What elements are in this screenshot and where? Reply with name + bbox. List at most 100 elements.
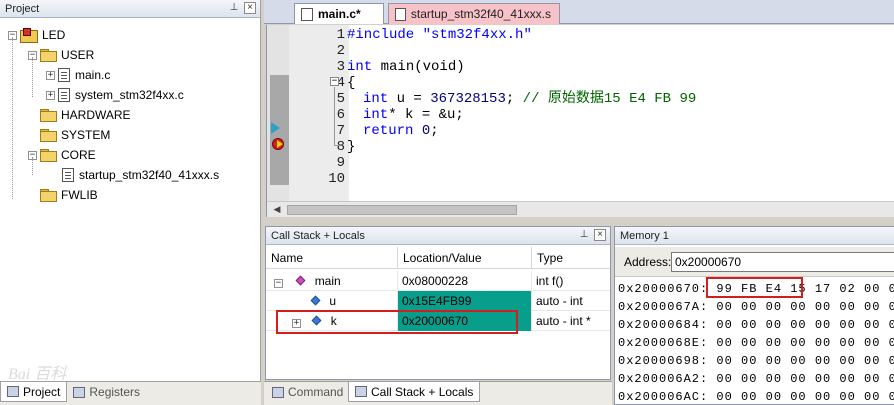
folder-icon <box>40 49 57 62</box>
table-row[interactable]: u 0x15E4FB99 auto - int <box>266 291 610 311</box>
memory-row[interactable]: 0x200006AC: 00 00 00 00 00 00 00 00 <box>618 390 894 405</box>
line-numbers: 1 2 3 4 5 6 7 8 9 10 <box>289 25 349 201</box>
expand-icon[interactable]: + <box>292 319 301 328</box>
code-token: 367328153 <box>430 91 506 107</box>
row-name: u <box>329 294 337 308</box>
tree-item-system-c[interactable]: + system_stm32f4xx.c <box>46 86 184 104</box>
column-header-location[interactable]: Location/Value <box>398 247 532 269</box>
memory-row[interactable]: 0x20000670: 99 FB E4 15 17 02 00 08 <box>618 282 894 297</box>
file-icon <box>58 68 70 82</box>
tree-item-led[interactable]: − LED <box>8 26 65 44</box>
tab-main-c[interactable]: main.c* <box>294 3 384 24</box>
column-header-name[interactable]: Name <box>266 247 398 269</box>
code-token: { <box>347 75 356 91</box>
function-icon <box>295 275 306 286</box>
tab-label: Call Stack + Locals <box>371 384 474 399</box>
close-icon[interactable]: × <box>244 2 256 14</box>
code-area[interactable]: #include "stm32f4xx.h" int main(void) { … <box>345 25 894 201</box>
line-number: 5 <box>336 91 345 107</box>
tree-item-label: SYSTEM <box>61 128 111 142</box>
folder-icon <box>40 129 57 142</box>
breakpoint-gutter[interactable] <box>267 25 290 201</box>
line-number: 7 <box>336 123 345 139</box>
registers-icon <box>73 386 86 398</box>
memory-row[interactable]: 0x2000067A: 00 00 00 00 00 00 00 00 <box>618 300 894 315</box>
tree-item-label: CORE <box>61 148 96 162</box>
file-icon <box>62 168 74 182</box>
project-header: Project ⊥ × <box>0 0 260 18</box>
code-line-5: int u = 367328153; // 原始数据15 E4 FB 99 <box>363 91 696 107</box>
address-input[interactable]: 0x20000670 <box>671 252 894 272</box>
row-name: k <box>330 314 337 328</box>
table-row[interactable]: − main 0x08000228 int f() <box>266 271 610 291</box>
callstack-name-cell: − main <box>266 271 398 291</box>
code-line-6: int* k = &u; <box>363 107 464 123</box>
tab-command[interactable]: Command <box>266 382 349 402</box>
memory-row[interactable]: 0x200006A2: 00 00 00 00 00 00 00 00 <box>618 372 894 387</box>
expand-icon[interactable]: + <box>46 90 55 100</box>
tab-label: Command <box>288 385 344 399</box>
project-bottom-tabs: Project Registers <box>0 381 261 405</box>
expand-icon[interactable]: + <box>46 70 55 80</box>
row-value[interactable]: 0x20000670 <box>398 311 532 331</box>
pin-icon[interactable]: ⊥ <box>228 2 240 14</box>
pin-icon[interactable]: ⊥ <box>578 229 590 241</box>
line-number: 10 <box>328 171 345 187</box>
tree-item-main-c[interactable]: + main.c <box>46 66 110 84</box>
line-number: 8 <box>336 139 345 155</box>
row-value: 0x08000228 <box>398 271 532 291</box>
callstack-header: Call Stack + Locals ⊥ × <box>266 227 610 245</box>
tree-item-label: HARDWARE <box>61 108 131 122</box>
code-editor[interactable]: 1 2 3 4 5 6 7 8 9 10 − #include "stm32f4… <box>266 25 894 217</box>
callstack-column-headers: Name Location/Value Type <box>266 247 610 269</box>
file-icon <box>395 7 406 21</box>
memory-row[interactable]: 0x2000068E: 00 00 00 00 00 00 00 00 <box>618 336 894 351</box>
line-number: 2 <box>336 43 345 59</box>
scrollbar-thumb[interactable] <box>287 205 517 215</box>
close-icon[interactable]: × <box>594 229 606 241</box>
tab-startup-s[interactable]: startup_stm32f40_41xxx.s <box>388 3 560 24</box>
line-number: 3 <box>336 59 345 75</box>
current-line-arrow-icon <box>271 122 280 134</box>
address-label: Address: <box>624 255 672 269</box>
memory-row[interactable]: 0x20000698: 00 00 00 00 00 00 00 00 <box>618 354 894 369</box>
tree-item-hardware[interactable]: HARDWARE <box>40 106 131 124</box>
horizontal-scrollbar[interactable]: ◀ <box>267 201 894 217</box>
tab-registers[interactable]: Registers <box>67 382 146 402</box>
row-value[interactable]: 0x15E4FB99 <box>398 291 532 311</box>
tab-label: Project <box>23 384 61 399</box>
address-bar: Address: 0x20000670 <box>615 247 894 277</box>
code-token: 0 <box>421 123 431 139</box>
file-icon <box>58 88 70 102</box>
tree-item-system[interactable]: SYSTEM <box>40 126 110 144</box>
code-line-4: { <box>347 75 355 91</box>
callstack-bottom-tabs: Command Call Stack + Locals <box>264 381 612 405</box>
code-token: main(void) <box>372 59 465 75</box>
tab-callstack[interactable]: Call Stack + Locals <box>348 382 481 402</box>
table-row[interactable]: + k 0x20000670 auto - int * <box>266 311 610 331</box>
tab-project[interactable]: Project <box>0 382 68 402</box>
tree-item-startup-s[interactable]: startup_stm32f40_41xxx.s <box>62 166 219 184</box>
scroll-left-icon[interactable]: ◀ <box>269 203 285 216</box>
tree-item-core[interactable]: − CORE <box>28 146 96 164</box>
row-name: main <box>314 274 341 288</box>
project-tab-icon <box>7 386 19 397</box>
tree-item-label: system_stm32f4xx.c <box>75 88 184 102</box>
column-header-type[interactable]: Type <box>532 247 610 269</box>
callstack-title: Call Stack + Locals <box>271 229 365 242</box>
memory-title: Memory 1 <box>620 229 669 242</box>
breakpoint-icon[interactable] <box>272 138 284 150</box>
code-token: ; <box>430 123 439 139</box>
tree-item-fwlib[interactable]: FWLIB <box>40 186 98 204</box>
tab-label: startup_stm32f40_41xxx.s <box>410 7 551 21</box>
variable-icon <box>310 295 321 306</box>
fold-collapse-icon[interactable]: − <box>330 77 339 86</box>
code-token: "stm32f4xx.h" <box>422 27 532 43</box>
tree-item-user[interactable]: − USER <box>28 46 94 64</box>
line-number: 6 <box>336 107 345 123</box>
memory-row[interactable]: 0x20000684: 00 00 00 00 00 00 00 00 <box>618 318 894 333</box>
code-line-7: return 0; <box>363 123 439 139</box>
folder-icon <box>40 109 57 122</box>
collapse-icon[interactable]: − <box>274 279 283 288</box>
code-token: int <box>363 91 389 107</box>
